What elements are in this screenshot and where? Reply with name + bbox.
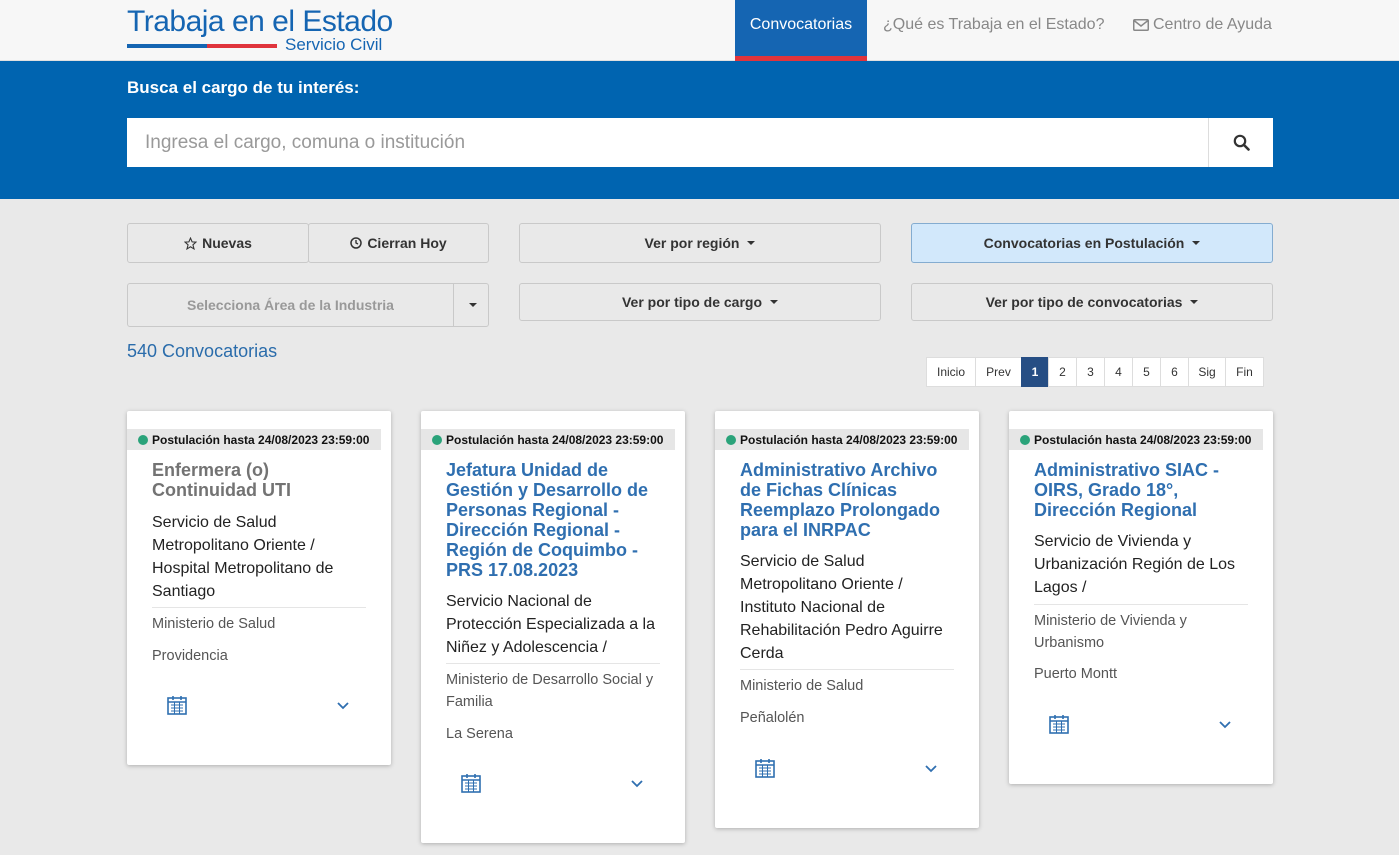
nav-convocatorias[interactable]: Convocatorias [735, 0, 867, 61]
deadline-badge: Postulación hasta 24/08/2023 23:59:00 [127, 429, 381, 450]
search-section: Busca el cargo de tu interés: [0, 61, 1399, 199]
job-location: La Serena [446, 726, 513, 742]
job-title[interactable]: Enfermera (o) Continuidad UTI [152, 460, 372, 500]
nuevas-button[interactable]: Nuevas [127, 223, 309, 263]
cierran-hoy-label: Cierran Hoy [367, 235, 447, 251]
deadline-text: Postulación hasta 24/08/2023 23:59:00 [1034, 432, 1252, 447]
job-ministry: Ministerio de Salud [152, 616, 276, 632]
nav-centro-ayuda[interactable]: Centro de Ayuda [1133, 0, 1272, 50]
job-title[interactable]: Administrativo SIAC - OIRS, Grado 18°, D… [1034, 460, 1254, 520]
job-location: Providencia [152, 648, 228, 664]
search-label: Busca el cargo de tu interés: [127, 78, 360, 97]
region-label: Ver por región [644, 235, 740, 251]
page-5[interactable]: 5 [1132, 357, 1161, 387]
postulacion-dropdown[interactable]: Convocatorias en Postulación [911, 223, 1273, 263]
job-organization: Servicio de Vivienda y Urbanización Regi… [1034, 533, 1236, 596]
logo-title: Trabaja en el Estado [127, 5, 393, 38]
region-dropdown[interactable]: Ver por región [519, 223, 881, 263]
caret-down-icon [1192, 241, 1201, 245]
status-dot-icon [432, 435, 442, 445]
caret-down-icon [468, 303, 477, 307]
job-ministry: Ministerio de Desarrollo Social y Famili… [446, 672, 654, 710]
pagination: Inicio Prev 1 2 3 4 5 6 Sig Fin [926, 357, 1264, 387]
caret-down-icon [770, 300, 779, 304]
chevron-down-icon[interactable] [630, 779, 644, 789]
caret-down-icon [1190, 300, 1199, 304]
deadline-text: Postulación hasta 24/08/2023 23:59:00 [446, 432, 664, 447]
tipo-convocatoria-label: Ver por tipo de convocatorias [985, 294, 1183, 310]
nuevas-label: Nuevas [202, 235, 252, 251]
logo-subtitle: Servicio Civil [285, 35, 383, 54]
results-count: 540 Convocatorias [127, 341, 278, 361]
page-4[interactable]: 4 [1104, 357, 1133, 387]
job-card[interactable]: Postulación hasta 24/08/2023 23:59:00 En… [127, 411, 391, 765]
top-bar: Trabaja en el Estado Servicio Civil Conv… [0, 0, 1399, 61]
area-industria-toggle[interactable] [453, 283, 489, 327]
calendar-icon[interactable] [167, 695, 187, 715]
deadline-badge: Postulación hasta 24/08/2023 23:59:00 [1009, 429, 1263, 450]
search-input[interactable] [127, 118, 1208, 167]
job-title[interactable]: Jefatura Unidad de Gestión y Desarrollo … [446, 460, 666, 580]
site-logo[interactable]: Trabaja en el Estado Servicio Civil [127, 5, 393, 55]
status-dot-icon [726, 435, 736, 445]
job-ministry: Ministerio de Vivienda y Urbanismo [1034, 613, 1187, 651]
tipo-convocatoria-dropdown[interactable]: Ver por tipo de convocatorias [911, 283, 1273, 321]
deadline-badge: Postulación hasta 24/08/2023 23:59:00 [715, 429, 969, 450]
job-title[interactable]: Administrativo Archivo de Fichas Clínica… [740, 460, 960, 540]
job-card[interactable]: Postulación hasta 24/08/2023 23:59:00 Ad… [715, 411, 979, 828]
divider [1034, 604, 1248, 605]
search-button[interactable] [1208, 118, 1273, 167]
divider [152, 607, 366, 608]
calendar-icon[interactable] [461, 773, 481, 793]
page-sig[interactable]: Sig [1188, 357, 1226, 387]
envelope-icon [1133, 19, 1149, 31]
chevron-down-icon[interactable] [1218, 720, 1232, 730]
postulacion-label: Convocatorias en Postulación [983, 235, 1185, 251]
chevron-down-icon[interactable] [336, 701, 350, 711]
job-ministry: Ministerio de Salud [740, 678, 864, 694]
cierran-hoy-button[interactable]: Cierran Hoy [308, 223, 489, 263]
logo-underline-red [207, 44, 277, 48]
page-inicio[interactable]: Inicio [926, 357, 976, 387]
page-prev[interactable]: Prev [975, 357, 1022, 387]
deadline-text: Postulación hasta 24/08/2023 23:59:00 [740, 432, 958, 447]
job-organization: Servicio de Salud Metropolitano Oriente … [740, 553, 943, 662]
tipo-cargo-dropdown[interactable]: Ver por tipo de cargo [519, 283, 881, 321]
deadline-text: Postulación hasta 24/08/2023 23:59:00 [152, 432, 370, 447]
nav-centro-ayuda-label: Centro de Ayuda [1153, 16, 1272, 33]
area-industria-label: Selecciona Área de la Industria [187, 297, 394, 313]
job-card[interactable]: Postulación hasta 24/08/2023 23:59:00 Ad… [1009, 411, 1273, 784]
divider [446, 663, 660, 664]
job-organization: Servicio Nacional de Protección Especial… [446, 593, 656, 656]
page-3[interactable]: 3 [1076, 357, 1105, 387]
clock-icon [350, 237, 363, 249]
area-industria-select[interactable]: Selecciona Área de la Industria [127, 283, 454, 327]
chevron-down-icon[interactable] [924, 764, 938, 774]
status-dot-icon [1020, 435, 1030, 445]
page-1[interactable]: 1 [1021, 357, 1049, 387]
calendar-icon[interactable] [1049, 714, 1069, 734]
nav-que-es[interactable]: ¿Qué es Trabaja en el Estado? [883, 0, 1104, 61]
job-location: Peñalolén [740, 710, 805, 726]
search-icon [1233, 134, 1250, 151]
job-organization: Servicio de Salud Metropolitano Oriente … [152, 514, 334, 600]
star-icon [184, 236, 198, 250]
job-location: Puerto Montt [1034, 666, 1118, 682]
page-2[interactable]: 2 [1048, 357, 1077, 387]
page-fin[interactable]: Fin [1225, 357, 1264, 387]
calendar-icon[interactable] [755, 758, 775, 778]
job-card[interactable]: Postulación hasta 24/08/2023 23:59:00 Je… [421, 411, 685, 843]
divider [740, 669, 954, 670]
deadline-badge: Postulación hasta 24/08/2023 23:59:00 [421, 429, 675, 450]
page-6[interactable]: 6 [1160, 357, 1189, 387]
tipo-cargo-label: Ver por tipo de cargo [621, 294, 763, 310]
caret-down-icon [747, 241, 756, 245]
status-dot-icon [138, 435, 148, 445]
